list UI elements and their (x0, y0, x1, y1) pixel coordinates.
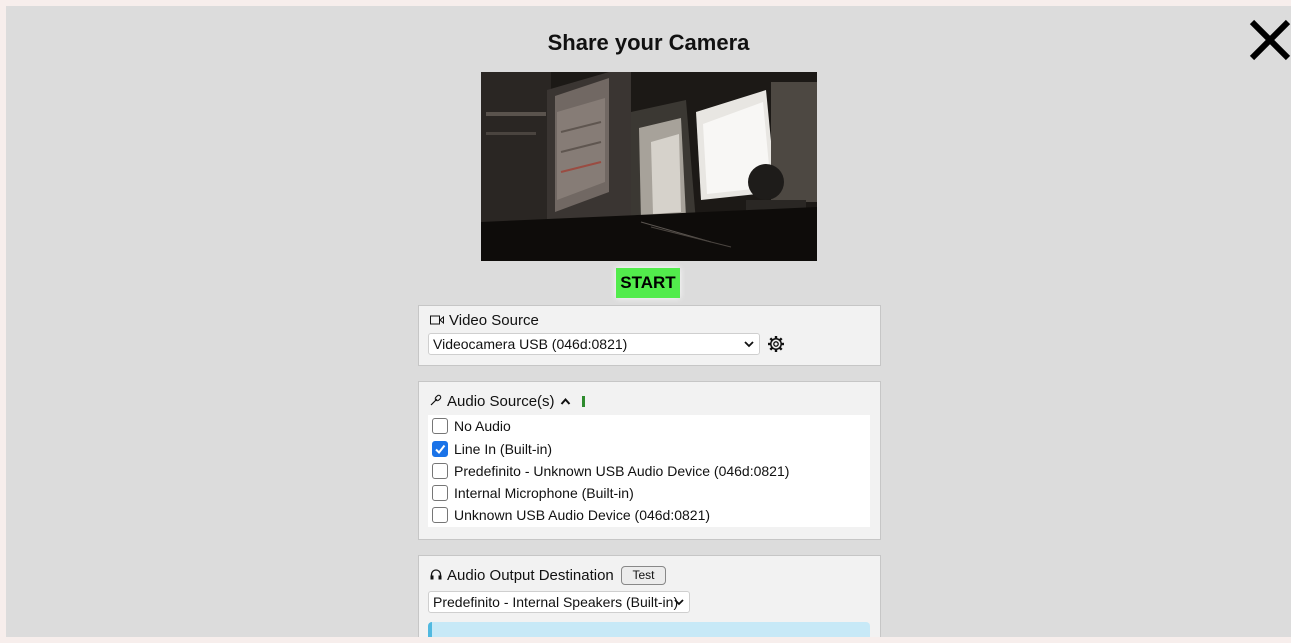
audio-output-card: Audio Output Destination Test Predefinit… (418, 555, 881, 637)
checkbox[interactable] (432, 507, 448, 523)
checkbox-checked[interactable] (432, 441, 448, 457)
audio-option-internal-mic[interactable]: Internal Microphone (Built-in) (432, 485, 634, 501)
video-camera-icon (430, 312, 444, 329)
checkbox[interactable] (432, 463, 448, 479)
audio-option-line-in[interactable]: Line In (Built-in) (432, 441, 552, 457)
camera-preview (481, 72, 817, 261)
microphone-icon (430, 393, 442, 410)
audio-source-label: Audio Source(s) (447, 393, 555, 410)
video-source-card: Video Source Videocamera USB (046d:0821) (418, 305, 881, 366)
video-source-select[interactable]: Videocamera USB (046d:0821) (428, 333, 760, 355)
info-banner (428, 622, 870, 637)
test-button[interactable]: Test (621, 566, 666, 585)
chevron-down-icon (743, 337, 755, 353)
checkbox[interactable] (432, 485, 448, 501)
share-camera-dialog: Share your Camera START Video Source Vid… (6, 6, 1291, 637)
audio-source-card: Audio Source(s) No Audio Line In (Built-… (418, 381, 881, 540)
audio-output-label: Audio Output Destination (447, 567, 614, 584)
start-button[interactable]: START (616, 268, 680, 298)
headphones-icon (430, 567, 442, 584)
audio-option-no-audio[interactable]: No Audio (432, 418, 511, 434)
audio-output-value: Predefinito - Internal Speakers (Built-i… (433, 594, 679, 610)
audio-option-usb[interactable]: Unknown USB Audio Device (046d:0821) (432, 507, 710, 523)
chevron-up-icon[interactable] (560, 393, 571, 410)
checkbox[interactable] (432, 418, 448, 434)
video-source-label: Video Source (449, 312, 539, 329)
chevron-down-icon (673, 595, 685, 611)
video-source-value: Videocamera USB (046d:0821) (433, 336, 628, 352)
audio-level-meter (581, 396, 585, 407)
dialog-title: Share your Camera (547, 30, 750, 55)
gear-icon[interactable] (767, 335, 785, 353)
audio-output-select[interactable]: Predefinito - Internal Speakers (Built-i… (428, 591, 690, 613)
audio-option-usb-default[interactable]: Predefinito - Unknown USB Audio Device (… (432, 463, 789, 479)
audio-source-list: No Audio Line In (Built-in) Predefinito … (428, 415, 870, 527)
